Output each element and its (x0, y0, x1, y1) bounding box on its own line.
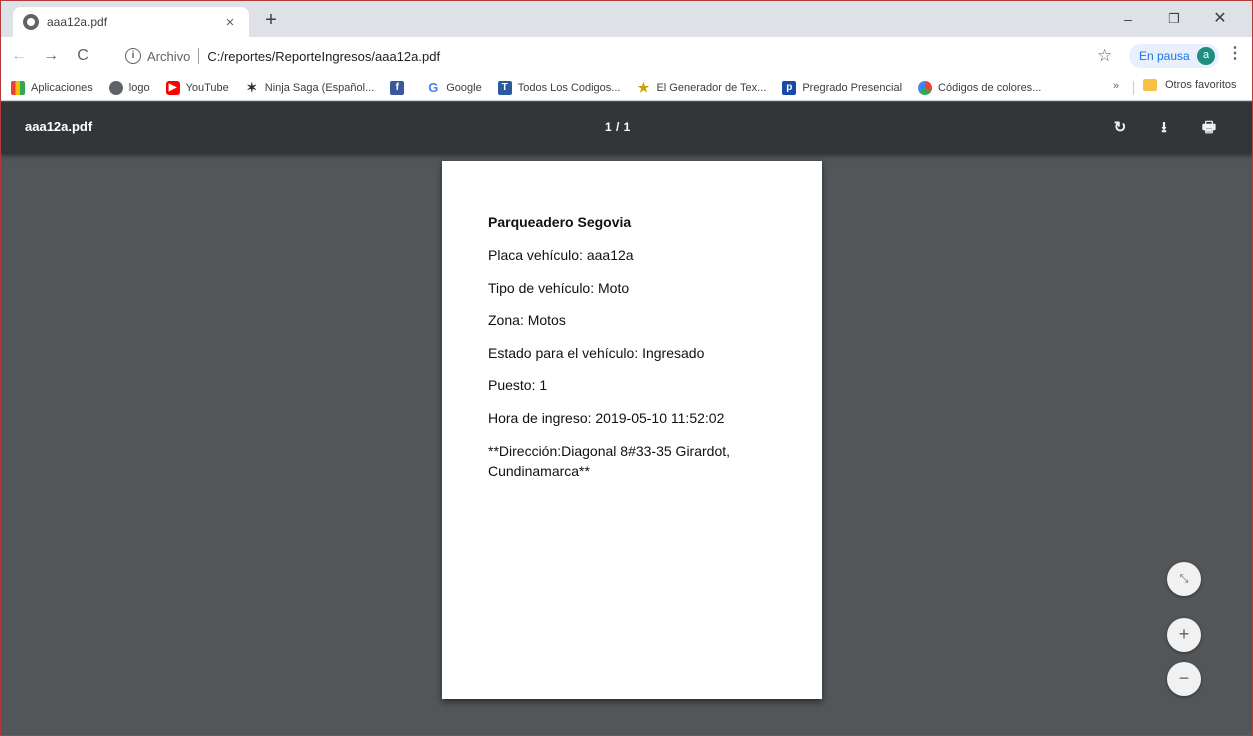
zoom-out-button[interactable]: − (1167, 662, 1201, 696)
minimize-button[interactable]: – (1105, 7, 1151, 31)
close-window-button[interactable]: ✕ (1197, 7, 1243, 31)
globe-icon (108, 80, 123, 95)
vehicle-type-line: Tipo de vehículo: Moto (488, 279, 630, 296)
bookmark-facebook[interactable]: f (390, 80, 410, 95)
bookmark-label: Pregrado Presencial (802, 81, 903, 94)
tab-strip: aaa12a.pdf × + – ❐ ✕ (1, 1, 1252, 37)
pdf-page: Parqueadero Segovia Placa vehículo: aaa1… (442, 161, 822, 699)
back-button[interactable]: ← (5, 42, 33, 70)
url-text[interactable]: C:/reportes/ReporteIngresos/aaa12a.pdf (207, 49, 440, 64)
bookmark-label: logo (128, 81, 150, 94)
bookmark-generador-de-texto[interactable]: ★ El Generador de Tex... (636, 79, 767, 95)
bookmark-google[interactable]: G Google (426, 79, 482, 95)
star-bookmark-icon: ★ (637, 79, 650, 95)
download-icon[interactable]: ⭳ (1152, 116, 1176, 140)
rotate-icon[interactable]: ↻ (1108, 116, 1132, 140)
bookmark-label: Códigos de colores... (938, 81, 1042, 94)
avatar: a (1197, 47, 1215, 65)
zoom-in-button[interactable]: + (1167, 618, 1201, 652)
color-wheel-icon (918, 80, 933, 95)
globe-icon (23, 14, 39, 30)
pdf-toolbar: aaa12a.pdf 1 / 1 ↻ ⭳ 🖶 (1, 102, 1252, 154)
other-bookmarks-label: Otros favoritos (1165, 79, 1237, 91)
bookmark-label: Ninja Saga (Español... (264, 81, 375, 94)
browser-toolbar: ← → C i Archivo C:/reportes/ReporteIngre… (1, 37, 1252, 75)
info-icon[interactable]: i (125, 48, 141, 64)
bookmark-todos-los-codigos[interactable]: T Todos Los Codigos... (497, 80, 621, 95)
bookmark-ninja-saga[interactable]: ✶ Ninja Saga (Español... (245, 79, 375, 95)
bookmark-label: Todos Los Codigos... (517, 81, 621, 94)
plate-line: Placa vehículo: aaa12a (488, 247, 634, 263)
bookmark-youtube[interactable]: ▶ YouTube (165, 80, 229, 95)
page-indicator[interactable]: 1 / 1 (605, 120, 631, 134)
reload-button[interactable]: C (69, 42, 97, 70)
tl-icon: T (497, 80, 512, 95)
bookmark-pregrado-presencial[interactable]: p Pregrado Presencial (782, 80, 903, 95)
address-line-1: **Dirección:Diagonal 8#33-35 Girardot, (488, 443, 731, 459)
restore-button[interactable]: ❐ (1151, 7, 1197, 31)
ninja-icon: ✶ (246, 79, 258, 95)
other-bookmarks-folder[interactable]: Otros favoritos (1143, 79, 1237, 91)
bookmarks-overflow-button[interactable]: » (1113, 80, 1119, 92)
bookmark-label: YouTube (185, 81, 229, 94)
sync-status-label: En pausa (1139, 49, 1190, 63)
browser-window: aaa12a.pdf × + – ❐ ✕ ← → C i Archivo C:/… (0, 0, 1253, 736)
forward-button[interactable]: → (37, 42, 65, 70)
address-line-2: Cundinamarca** (488, 463, 590, 479)
bookmark-codigos-de-colores[interactable]: Códigos de colores... (918, 80, 1042, 95)
new-tab-button[interactable]: + (259, 8, 283, 32)
pdf-file-name: aaa12a.pdf (25, 119, 93, 134)
bookmark-label: Google (446, 81, 482, 94)
bookmarks-divider (1133, 81, 1134, 95)
bookmarks-bar: Aplicaciones logo ▶ YouTube ✶ Ninja Saga… (1, 75, 1252, 101)
entry-time-line: Hora de ingreso: 2019-05-10 11:52:02 (488, 409, 725, 426)
facebook-icon: f (390, 80, 405, 95)
bookmark-label: Aplicaciones (31, 81, 93, 94)
spot-line: Puesto: 1 (488, 377, 548, 393)
profile-sync-button[interactable]: En pausa a (1129, 44, 1219, 68)
address-bar[interactable]: i Archivo C:/reportes/ReporteIngresos/aa… (119, 43, 1094, 69)
document-heading: Parqueadero Segovia (488, 214, 632, 230)
zone-line: Zona: Motos (488, 312, 566, 328)
bookmark-aplicaciones[interactable]: Aplicaciones (11, 80, 93, 95)
fit-page-button[interactable]: ⤡ (1167, 562, 1201, 596)
status-line: Estado para el vehículo: Ingresado (488, 344, 705, 361)
url-scheme-label: Archivo (147, 48, 191, 64)
omnibox-divider (198, 48, 200, 64)
bookmark-label: El Generador de Tex... (656, 81, 767, 94)
youtube-icon: ▶ (165, 80, 180, 95)
apps-grid-icon (11, 80, 25, 95)
folder-icon (1143, 79, 1157, 91)
google-icon: G (428, 79, 439, 95)
bookmark-star-icon[interactable]: ☆ (1097, 46, 1112, 66)
tab-close-icon[interactable]: × (221, 14, 239, 31)
tab-active[interactable]: aaa12a.pdf × (13, 7, 249, 37)
print-icon[interactable]: 🖶 (1197, 116, 1221, 140)
tab-title: aaa12a.pdf (47, 15, 108, 29)
browser-menu-icon[interactable]: ⋮ (1227, 46, 1243, 62)
bookmark-logo[interactable]: logo (108, 80, 150, 95)
pregrado-icon: p (782, 80, 797, 95)
